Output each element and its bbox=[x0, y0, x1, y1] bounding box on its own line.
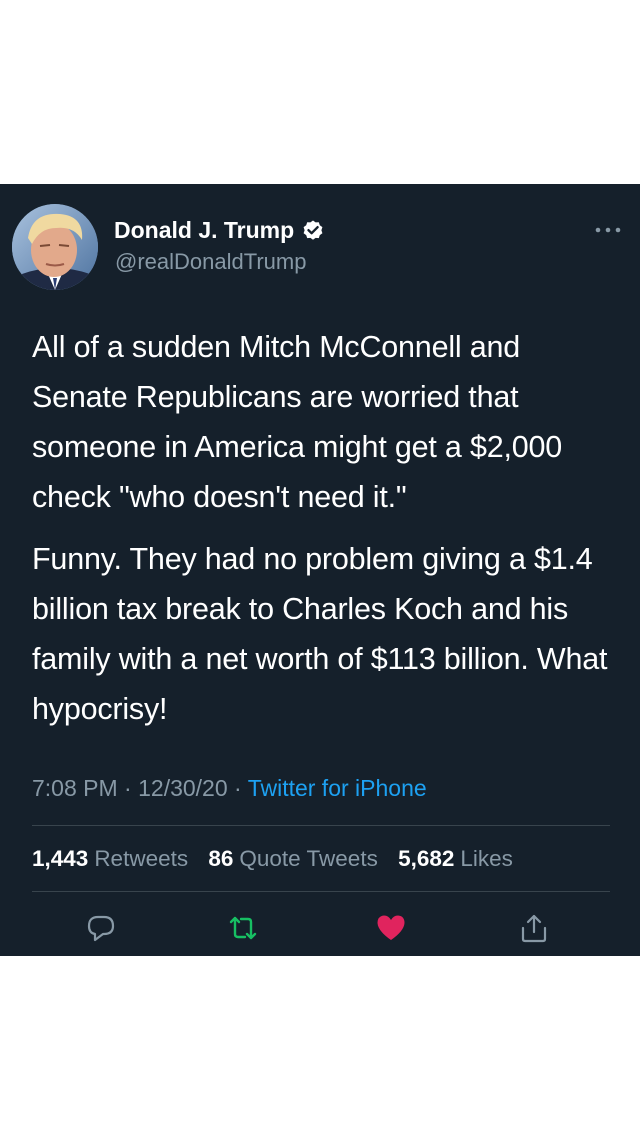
verified-badge-icon bbox=[303, 220, 323, 240]
page: Donald J. Trump @realDonaldTrump All of … bbox=[0, 0, 640, 1139]
meta-separator: · bbox=[234, 775, 242, 801]
retweets-label: Retweets bbox=[94, 846, 189, 871]
likes-count: 5,682 bbox=[398, 846, 455, 871]
quote-tweets-stat[interactable]: 86 Quote Tweets bbox=[208, 846, 377, 872]
tweet-date[interactable]: 12/30/20 bbox=[138, 775, 228, 801]
likes-stat[interactable]: 5,682 Likes bbox=[398, 846, 513, 872]
quote-tweets-label: Quote Tweets bbox=[239, 846, 378, 871]
retweets-count: 1,443 bbox=[32, 846, 89, 871]
heart-icon[interactable] bbox=[375, 912, 407, 944]
tweet-card: Donald J. Trump @realDonaldTrump All of … bbox=[0, 184, 640, 956]
retweets-stat[interactable]: 1,443 Retweets bbox=[32, 846, 188, 872]
tweet-stats: 1,443 Retweets 86 Quote Tweets 5,682 Likes bbox=[32, 846, 527, 872]
tweet-time[interactable]: 7:08 PM bbox=[32, 775, 118, 801]
tweet-paragraph-1: All of a sudden Mitch McConnell and Sena… bbox=[32, 330, 563, 514]
meta-separator: · bbox=[124, 775, 132, 801]
user-name-text: Donald J. Trump bbox=[114, 217, 295, 243]
divider bbox=[32, 891, 610, 892]
divider bbox=[32, 825, 610, 826]
tweet-paragraph-2: Funny. They had no problem giving a $1.4… bbox=[32, 542, 608, 726]
tweet-meta: 7:08 PM · 12/30/20 · Twitter for iPhone bbox=[32, 775, 427, 802]
tweet-text: All of a sudden Mitch McConnell and Sena… bbox=[32, 322, 622, 746]
avatar-image bbox=[12, 204, 98, 290]
tweet-source-link[interactable]: Twitter for iPhone bbox=[248, 775, 427, 801]
user-name[interactable]: Donald J. Trump bbox=[114, 217, 325, 244]
avatar[interactable] bbox=[12, 204, 98, 290]
user-handle[interactable]: @realDonaldTrump bbox=[115, 249, 306, 275]
quote-tweets-count: 86 bbox=[208, 846, 234, 871]
reply-icon[interactable] bbox=[85, 912, 117, 944]
likes-label: Likes bbox=[460, 846, 513, 871]
more-options-icon[interactable] bbox=[590, 220, 626, 240]
share-icon[interactable] bbox=[518, 912, 550, 944]
retweet-icon[interactable] bbox=[227, 912, 259, 944]
